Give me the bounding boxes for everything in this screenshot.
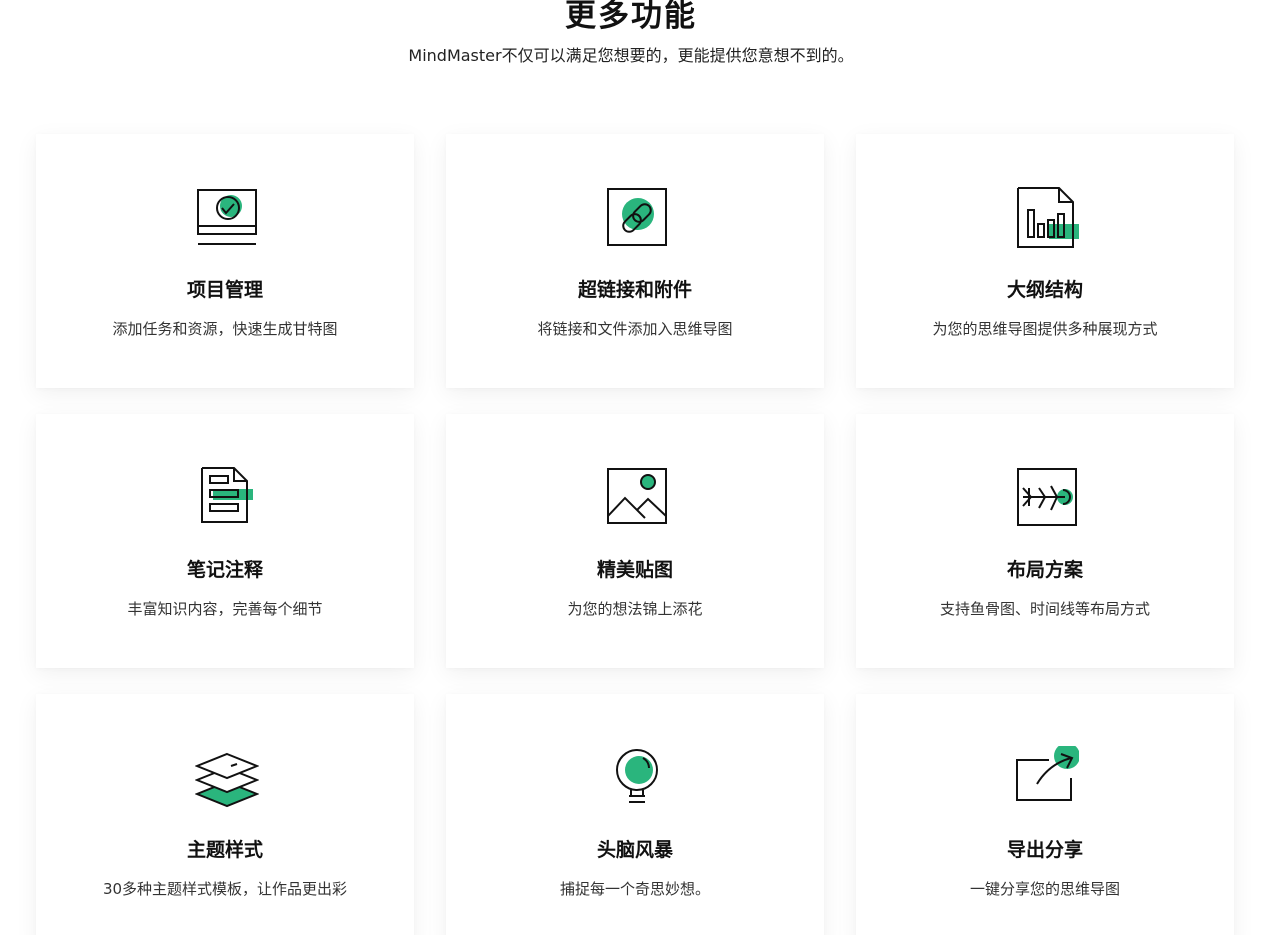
project-management-icon — [195, 186, 259, 250]
feature-desc: 为您的想法锦上添花 — [567, 600, 703, 618]
more-features-section: 更多功能 MindMaster不仅可以满足您想要的，更能提供您意想不到的。 项目… — [0, 0, 1262, 935]
feature-card-theme[interactable]: 主题样式 30多种主题样式模板，让作品更出彩 — [36, 694, 414, 935]
feature-card-export[interactable]: 导出分享 一键分享您的思维导图 — [856, 694, 1234, 935]
hyperlink-icon — [605, 186, 669, 250]
fishbone-layout-icon — [1015, 466, 1079, 530]
feature-card-brainstorm[interactable]: 头脑风暴 捕捉每一个奇思妙想。 — [446, 694, 824, 935]
feature-title: 精美贴图 — [596, 559, 673, 581]
section-title: 更多功能 — [565, 0, 697, 34]
feature-card-project-management[interactable]: 项目管理 添加任务和资源，快速生成甘特图 — [36, 134, 414, 388]
feature-desc: 将链接和文件添加入思维导图 — [537, 320, 733, 338]
section-subtitle: MindMaster不仅可以满足您想要的，更能提供您意想不到的。 — [408, 46, 854, 65]
feature-title: 布局方案 — [1006, 559, 1083, 581]
feature-card-notes[interactable]: 笔记注释 丰富知识内容，完善每个细节 — [36, 414, 414, 668]
feature-desc: 30多种主题样式模板，让作品更出彩 — [102, 880, 348, 898]
feature-title: 头脑风暴 — [596, 839, 673, 861]
feature-title: 笔记注释 — [186, 559, 263, 581]
feature-title: 主题样式 — [186, 839, 263, 861]
layers-theme-icon — [195, 746, 259, 810]
image-icon — [605, 466, 669, 530]
feature-desc: 支持鱼骨图、时间线等布局方式 — [939, 600, 1150, 618]
feature-desc: 一键分享您的思维导图 — [969, 880, 1120, 898]
export-share-icon — [1015, 746, 1079, 810]
feature-desc: 捕捉每一个奇思妙想。 — [559, 880, 710, 898]
feature-desc: 为您的思维导图提供多种展现方式 — [932, 320, 1158, 338]
lightbulb-icon — [605, 746, 669, 810]
feature-desc: 丰富知识内容，完善每个细节 — [127, 600, 323, 618]
feature-card-hyperlink[interactable]: 超链接和附件 将链接和文件添加入思维导图 — [446, 134, 824, 388]
outline-chart-icon — [1015, 186, 1079, 250]
feature-title: 导出分享 — [1006, 839, 1083, 861]
feature-card-clipart[interactable]: 精美贴图 为您的想法锦上添花 — [446, 414, 824, 668]
feature-title: 大纲结构 — [1006, 279, 1083, 301]
feature-title: 项目管理 — [186, 279, 263, 301]
feature-title: 超链接和附件 — [577, 279, 692, 301]
feature-desc: 添加任务和资源，快速生成甘特图 — [112, 320, 338, 338]
note-icon — [195, 466, 259, 530]
feature-card-outline[interactable]: 大纲结构 为您的思维导图提供多种展现方式 — [856, 134, 1234, 388]
feature-card-layout[interactable]: 布局方案 支持鱼骨图、时间线等布局方式 — [856, 414, 1234, 668]
